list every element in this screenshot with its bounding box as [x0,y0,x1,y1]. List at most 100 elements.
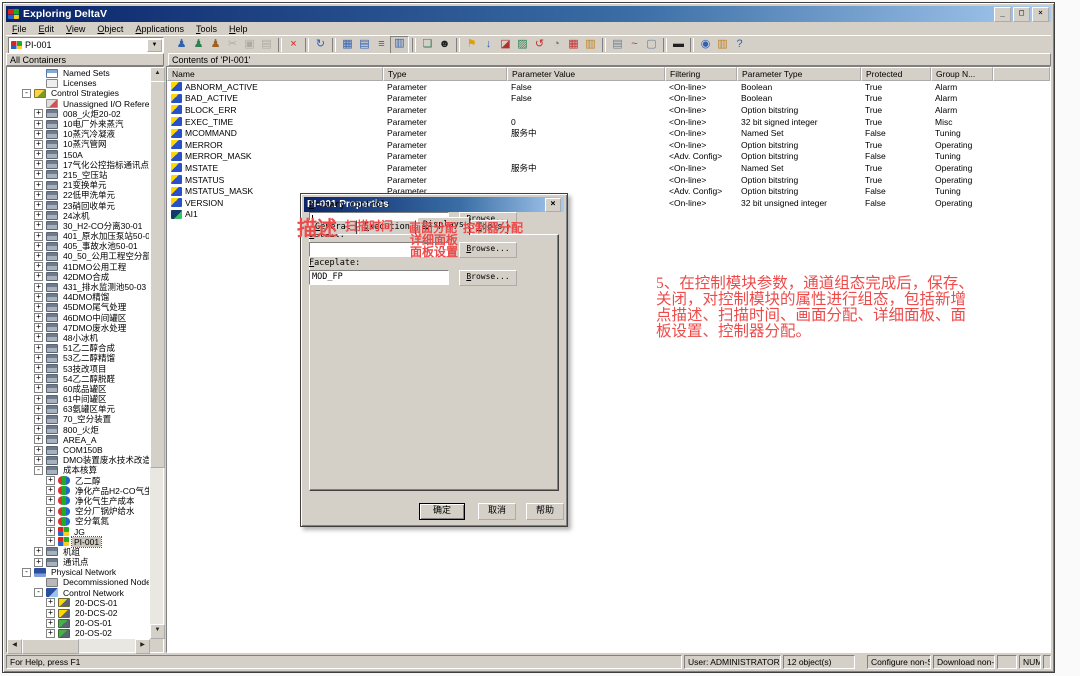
column-header[interactable]: Protected [861,67,931,81]
tree-item[interactable]: + 20-DCS-01 [8,598,149,608]
field-input[interactable]: MOD_FP [309,270,449,285]
tree-expander-icon[interactable]: + [34,415,43,424]
MERROR[interactable]: MERROR Parameter <On-line> Option bitstr… [167,139,1050,151]
tree-expander-icon[interactable]: + [46,619,55,628]
menu-item-file[interactable]: File [6,24,33,34]
web-icon[interactable]: ◉ [697,37,714,53]
MSTATE[interactable]: MSTATE Parameter 服务中 <On-line> Named Set… [167,162,1050,174]
column-header[interactable]: Parameter Value [507,67,665,81]
tree-expander-icon[interactable]: + [34,446,43,455]
tree-item[interactable]: Named Sets [8,68,149,78]
alarm-bell-icon[interactable]: ⚑ [463,37,480,53]
MSTATUS[interactable]: MSTATUS Parameter <On-line> Option bitst… [167,174,1050,186]
tree-expander-icon[interactable]: + [34,232,43,241]
tree-item[interactable]: + JG [8,526,149,536]
object-combo[interactable]: PI-001 ▼ [8,37,164,54]
tree-item[interactable]: Decommissioned Nodes [8,577,149,587]
tree-expander-icon[interactable]: + [46,476,55,485]
tree-expander-icon[interactable]: + [34,150,43,159]
EXEC_TIME[interactable]: EXEC_TIME Parameter 0 <On-line> 32 bit s… [167,116,1050,128]
tab-tools[interactable]: Tools [471,220,509,234]
scroll-down-icon[interactable]: ▼ [150,624,165,639]
cancel-button[interactable]: 取消 [478,503,516,520]
tree-expander-icon[interactable]: - [22,89,31,98]
console-icon[interactable]: ▢ [643,37,660,53]
menu-item-tools[interactable]: Tools [190,24,223,34]
tree-expander-icon[interactable]: + [34,201,43,210]
tree-expander-icon[interactable]: + [46,609,55,618]
close-button[interactable]: × [1032,7,1049,22]
tree-expander-icon[interactable]: + [34,283,43,292]
undo-icon[interactable]: ↺ [531,37,548,53]
restore-button[interactable]: □ [1013,7,1030,22]
BLOCK_ERR[interactable]: BLOCK_ERR Parameter <On-line> Option bit… [167,104,1050,116]
scroll-left-icon[interactable]: ◀ [7,639,22,654]
bol-icon[interactable]: ▥ [714,37,731,53]
tree-expander-icon[interactable]: + [46,629,55,638]
window-titlebar[interactable]: Exploring DeltaV _□× [6,6,1051,22]
tree-item[interactable]: + 通讯点 [8,557,149,567]
browse-button[interactable]: Browse... [459,242,517,258]
column-header[interactable]: Type [383,67,507,81]
tree-expander-icon[interactable]: + [34,374,43,383]
minimize-button[interactable]: _ [994,7,1011,22]
assignment-icon[interactable]: ▦ [565,37,582,53]
column-header[interactable]: Name [167,67,383,81]
tree-expander-icon[interactable]: + [34,272,43,281]
tree-item[interactable]: + 800_火炬 [8,425,149,435]
graphics-icon[interactable]: ▨ [514,37,531,53]
cut-icon[interactable]: ✂ [224,37,241,53]
ABNORM_ACTIVE[interactable]: ABNORM_ACTIVE Parameter False <On-line> … [167,81,1050,93]
new-window-icon[interactable]: ❏ [419,37,436,53]
menu-item-help[interactable]: Help [223,24,254,34]
download-icon[interactable]: ↓ [480,37,497,53]
scroll-right-icon[interactable]: ▶ [135,639,150,654]
tree-expander-icon[interactable]: + [34,120,43,129]
tree-expander-icon[interactable]: - [34,466,43,475]
trend-icon[interactable]: ~ [626,37,643,53]
menu-item-view[interactable]: View [60,24,91,34]
tree-expander-icon[interactable]: + [34,303,43,312]
tree-expander-icon[interactable]: + [34,354,43,363]
list-view-icon[interactable]: ≡ [373,37,390,53]
tree-horizontal-scrollbar[interactable]: ◀ ▶ [7,639,150,652]
MCOMMAND[interactable]: MCOMMAND Parameter 服务中 <On-line> Named S… [167,127,1050,139]
tree-expander-icon[interactable]: + [46,527,55,536]
tree-item[interactable]: - Physical Network [8,567,149,577]
tree-expander-icon[interactable]: + [34,547,43,556]
tree-expander-icon[interactable]: + [34,252,43,261]
browse-button[interactable]: Browse... [459,270,517,286]
tree-expander-icon[interactable]: + [46,486,55,495]
tree-item[interactable]: - Control Strategies [8,88,149,98]
help-button[interactable]: 帮助 [526,503,564,520]
diagnostics-icon[interactable]: ◪ [497,37,514,53]
tree-expander-icon[interactable]: + [34,456,43,465]
menu-item-edit[interactable]: Edit [33,24,61,34]
tree-item[interactable]: Licenses [8,78,149,88]
large-icons-icon[interactable]: ▦ [339,37,356,53]
tree-expander-icon[interactable]: + [34,364,43,373]
tree-vertical-scrollbar[interactable]: ▲ ▼ [150,67,163,639]
tree-expander-icon[interactable]: + [34,181,43,190]
tab-general[interactable]: General [309,220,357,234]
tree-expander-icon[interactable]: + [46,496,55,505]
tree-expander-icon[interactable]: + [46,537,55,546]
tree-expander-icon[interactable]: + [34,313,43,322]
tree-expander-icon[interactable]: + [34,262,43,271]
history-icon[interactable]: ◔ [548,37,565,53]
tree-expander-icon[interactable]: + [34,160,43,169]
user-manager-icon[interactable]: ☻ [436,37,453,53]
small-icons-icon[interactable]: ▤ [356,37,373,53]
tree-expander-icon[interactable]: + [34,191,43,200]
tree-expander-icon[interactable]: + [34,221,43,230]
tree-expander-icon[interactable]: - [22,568,31,577]
batch-icon[interactable]: ▬ [670,37,687,53]
combo-dropdown-icon[interactable]: ▼ [147,39,162,52]
tree-expander-icon[interactable]: + [34,293,43,302]
BAD_ACTIVE[interactable]: BAD_ACTIVE Parameter False <On-line> Boo… [167,93,1050,105]
tree-expander-icon[interactable]: + [34,425,43,434]
tree-item[interactable]: + 20-OS-02 [8,628,149,638]
tree-expander-icon[interactable]: + [46,507,55,516]
tree-expander-icon[interactable]: + [34,405,43,414]
tree-expander-icon[interactable]: + [34,140,43,149]
